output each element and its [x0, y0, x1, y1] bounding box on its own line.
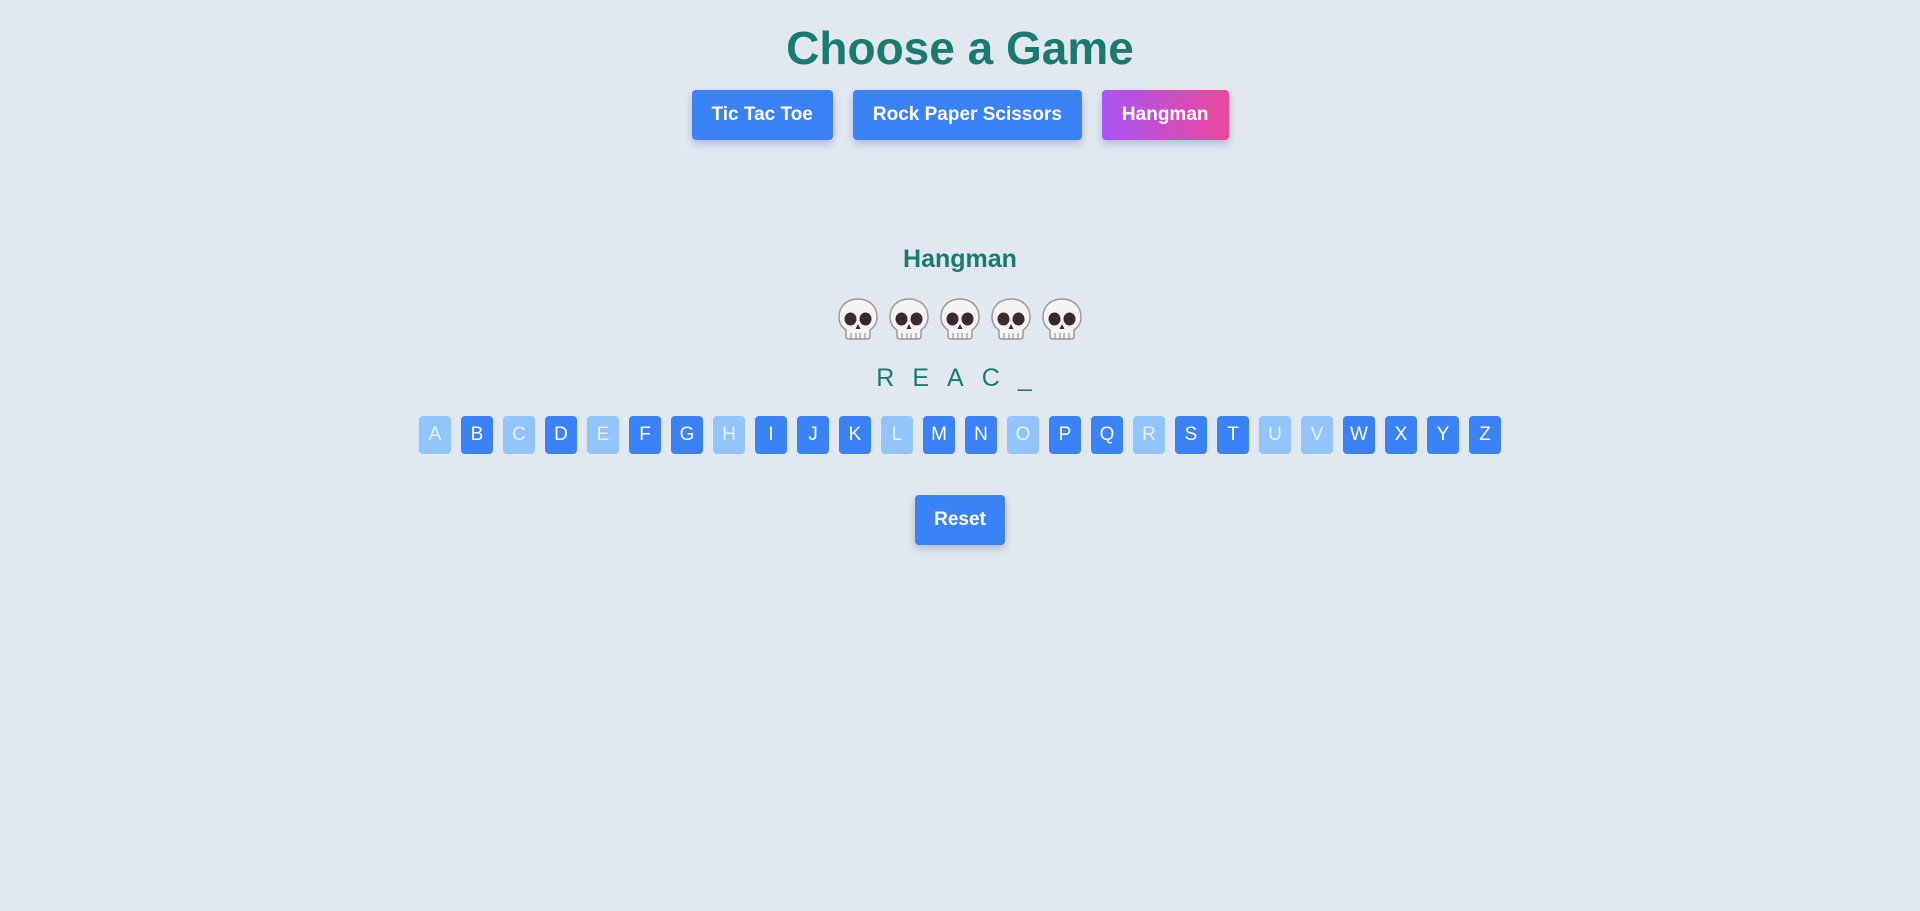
word-letter: C — [981, 364, 1012, 392]
reset-button[interactable]: Reset — [915, 495, 1005, 545]
skull-icon — [1041, 297, 1083, 341]
letter-button-h[interactable]: H — [713, 416, 745, 454]
lives-indicator — [0, 297, 1920, 341]
letter-button-u[interactable]: U — [1259, 416, 1291, 454]
letter-button-l[interactable]: L — [881, 416, 913, 454]
letter-button-d[interactable]: D — [545, 416, 577, 454]
letter-button-j[interactable]: J — [797, 416, 829, 454]
word-letter: _ — [1017, 364, 1044, 392]
letter-button-k[interactable]: K — [839, 416, 871, 454]
letter-button-m[interactable]: M — [923, 416, 955, 454]
letter-button-b[interactable]: B — [461, 416, 493, 454]
letter-button-o[interactable]: O — [1007, 416, 1039, 454]
letter-button-q[interactable]: Q — [1091, 416, 1123, 454]
letter-button-p[interactable]: P — [1049, 416, 1081, 454]
letter-button-w[interactable]: W — [1343, 416, 1375, 454]
letter-button-z[interactable]: Z — [1469, 416, 1501, 454]
letter-button-n[interactable]: N — [965, 416, 997, 454]
letter-keyboard: ABCDEFGHIJKLMNOPQRSTUVWXYZ — [0, 416, 1920, 454]
letter-button-v[interactable]: V — [1301, 416, 1333, 454]
game-selector: Tic Tac Toe Rock Paper Scissors Hangman — [0, 90, 1920, 140]
game-heading: Hangman — [903, 245, 1017, 273]
word-letter: A — [947, 364, 976, 392]
rock-paper-scissors-button[interactable]: Rock Paper Scissors — [852, 90, 1082, 140]
word-display: R E A C _ — [0, 362, 1920, 394]
letter-button-i[interactable]: I — [755, 416, 787, 454]
skull-icon — [888, 297, 930, 341]
letter-button-y[interactable]: Y — [1427, 416, 1459, 454]
letter-button-r[interactable]: R — [1133, 416, 1165, 454]
letter-button-s[interactable]: S — [1175, 416, 1207, 454]
hangman-button[interactable]: Hangman — [1101, 90, 1229, 140]
letter-button-t[interactable]: T — [1217, 416, 1249, 454]
tic-tac-toe-button[interactable]: Tic Tac Toe — [691, 90, 833, 140]
letter-button-c[interactable]: C — [503, 416, 535, 454]
letter-button-x[interactable]: X — [1385, 416, 1417, 454]
skull-icon — [990, 297, 1032, 341]
word-letter: R — [876, 364, 907, 392]
letter-button-a[interactable]: A — [419, 416, 451, 454]
skull-icon — [939, 297, 981, 341]
skull-icon — [837, 297, 879, 341]
letter-button-g[interactable]: G — [671, 416, 703, 454]
letter-button-f[interactable]: F — [629, 416, 661, 454]
letter-button-e[interactable]: E — [587, 416, 619, 454]
word-letter: E — [912, 364, 942, 392]
page-title: Choose a Game — [786, 22, 1134, 74]
